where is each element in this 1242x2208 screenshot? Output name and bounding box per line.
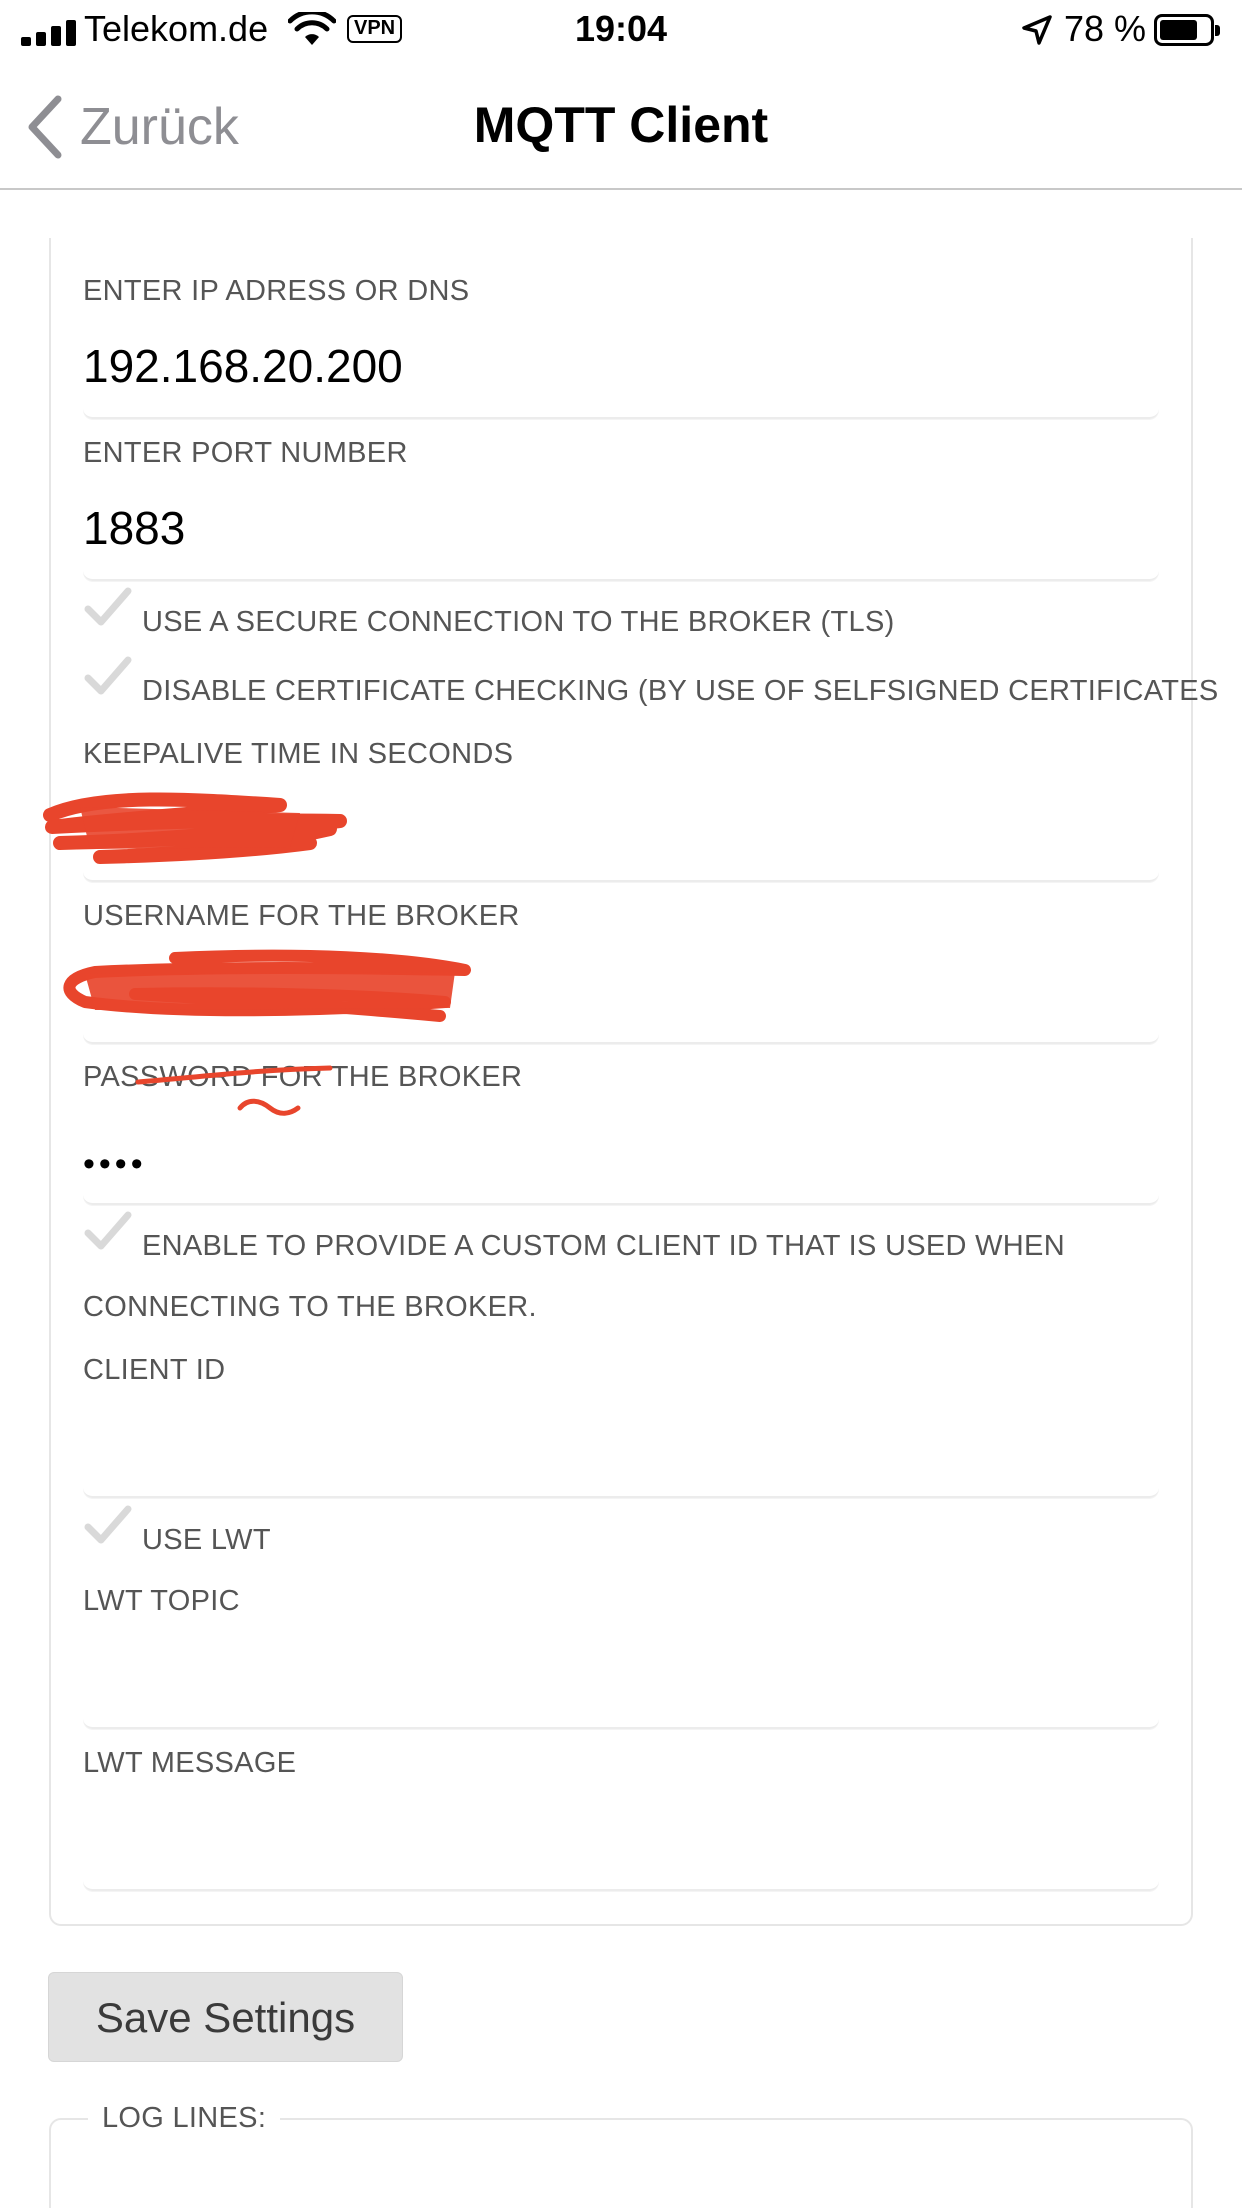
navigation-bar: Zurück MQTT Client: [0, 64, 1242, 190]
keepalive-input[interactable]: [83, 792, 1159, 882]
checkmark-icon: [84, 587, 132, 626]
port-input[interactable]: 1883: [83, 491, 1159, 581]
host-label: ENTER IP ADRESS OR DNS: [83, 275, 470, 307]
host-value: 192.168.20.200: [83, 340, 403, 392]
lwt-message-label: LWT MESSAGE: [83, 1747, 297, 1779]
checkmark-icon: [84, 1505, 132, 1544]
page-title: MQTT Client: [473, 97, 769, 153]
tls-checkbox-label: USE A SECURE CONNECTION TO THE BROKER (T…: [142, 606, 895, 638]
disable-cert-check-label: DISABLE CERTIFICATE CHECKING (BY USE OF …: [142, 675, 1219, 707]
port-label: ENTER PORT NUMBER: [83, 437, 408, 469]
username-label: USERNAME FOR THE BROKER: [83, 900, 520, 932]
custom-client-id-checkbox[interactable]: ENABLE TO PROVIDE A CUSTOM CLIENT ID THA…: [83, 1209, 1065, 1263]
username-input[interactable]: [83, 954, 1159, 1044]
status-bar: Telekom.de VPN 19:04 78 %: [0, 0, 1242, 64]
use-lwt-checkbox[interactable]: USE LWT: [83, 1503, 271, 1557]
tls-checkbox[interactable]: USE A SECURE CONNECTION TO THE BROKER (T…: [83, 585, 895, 639]
port-value: 1883: [83, 502, 186, 554]
host-input[interactable]: 192.168.20.200: [83, 329, 1159, 419]
password-value: ••••: [83, 1145, 147, 1183]
lwt-topic-input[interactable]: [83, 1639, 1159, 1729]
password-input[interactable]: ••••: [83, 1115, 1159, 1205]
client-id-input[interactable]: [83, 1408, 1159, 1498]
keepalive-label: KEEPALIVE TIME IN SECONDS: [83, 738, 514, 770]
location-arrow-icon: [1022, 15, 1052, 45]
password-label: PASSWORD FOR THE BROKER: [83, 1061, 523, 1093]
lwt-message-input[interactable]: [83, 1801, 1159, 1891]
client-id-label: CLIENT ID: [83, 1354, 226, 1386]
custom-client-id-label-line1: ENABLE TO PROVIDE A CUSTOM CLIENT ID THA…: [142, 1230, 1065, 1262]
save-settings-button[interactable]: Save Settings: [48, 1972, 403, 2062]
checkmark-icon: [84, 1211, 132, 1250]
battery-percent: 78 %: [1064, 8, 1147, 49]
battery-icon: [1154, 14, 1220, 46]
custom-client-id-label-line2: CONNECTING TO THE BROKER.: [83, 1291, 537, 1323]
lwt-topic-label: LWT TOPIC: [83, 1585, 240, 1617]
checkmark-icon: [84, 656, 132, 695]
disable-cert-check-checkbox[interactable]: DISABLE CERTIFICATE CHECKING (BY USE OF …: [83, 654, 1219, 708]
log-lines-legend: LOG LINES:: [88, 2102, 281, 2135]
use-lwt-label: USE LWT: [142, 1524, 271, 1556]
clock: 19:04: [574, 8, 668, 49]
